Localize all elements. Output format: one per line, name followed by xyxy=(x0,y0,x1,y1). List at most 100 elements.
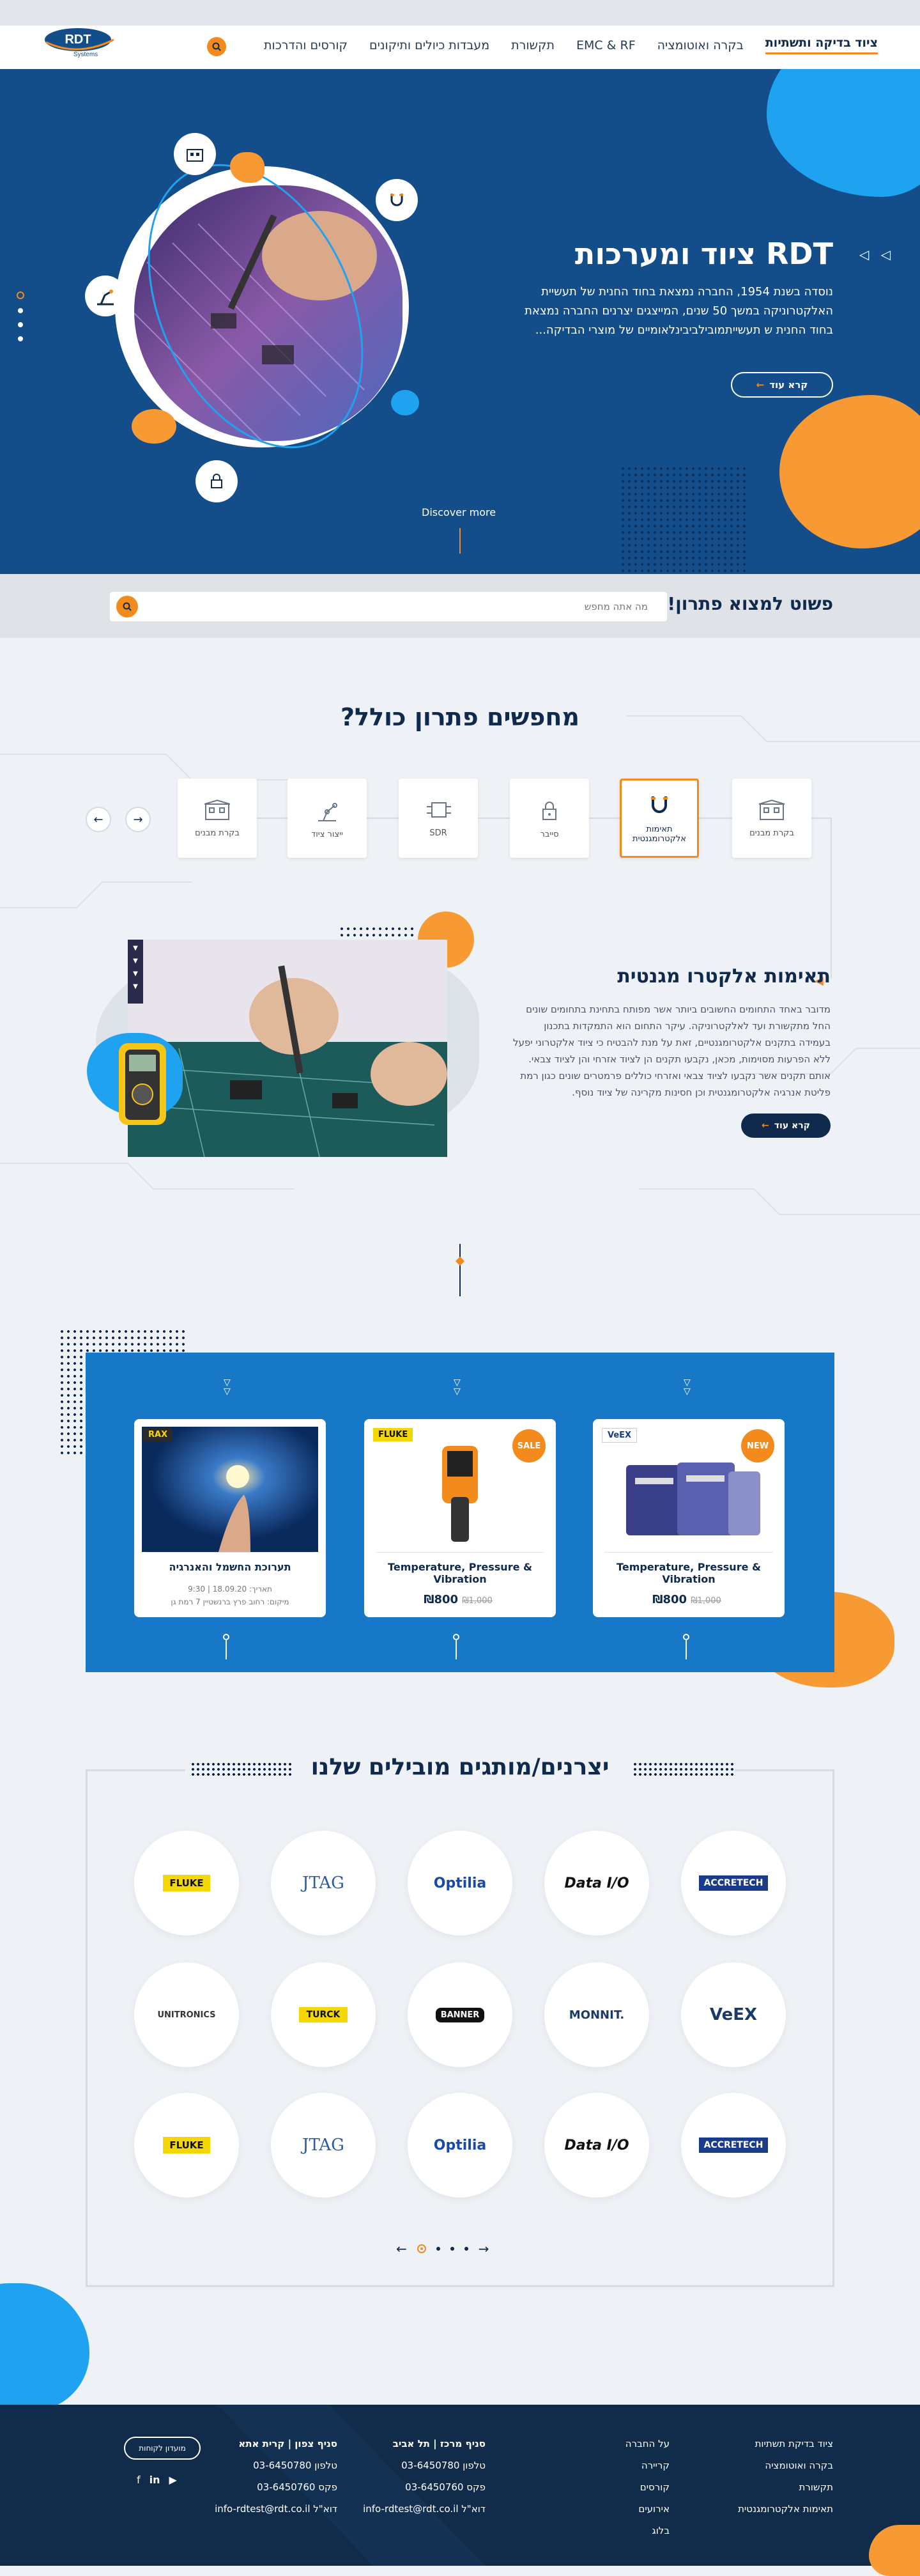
brand-label: VeEX xyxy=(709,2005,758,2024)
svg-text:RDT: RDT xyxy=(65,33,91,47)
product-brand-tag: VeEX xyxy=(602,1428,638,1443)
nav-search-button[interactable] xyxy=(207,37,226,56)
brand-label: Data I/O xyxy=(564,2137,629,2153)
hero-pager-dot[interactable] xyxy=(18,308,23,313)
brand-veex[interactable]: VeEX xyxy=(681,1962,786,2067)
social-links: f in ▶ xyxy=(137,2474,177,2486)
brand-jtag[interactable]: JTAG xyxy=(271,2093,376,2198)
brands-next-arrow-icon[interactable]: → xyxy=(479,2241,489,2256)
footer-link[interactable]: על החברה xyxy=(625,2433,670,2455)
hero-pager-dot[interactable] xyxy=(18,336,23,341)
product-name: Temperature, Pressure & Vibration xyxy=(388,1561,532,1585)
linkedin-icon[interactable]: in xyxy=(150,2474,160,2486)
nav-item-automation[interactable]: בקרה ואוטומציה xyxy=(657,38,744,52)
main-nav: ציוד בדיקה ותשתיות בקרה ואוטומציה EMC & … xyxy=(264,36,878,54)
discover-more-link[interactable]: Discover more xyxy=(422,506,496,518)
facebook-icon[interactable]: f xyxy=(137,2474,141,2486)
feature-photo-side-bar: ▼ ▼ ▼ ▼ xyxy=(128,940,143,1004)
brand-fluke[interactable]: FLUKE xyxy=(134,1831,239,1936)
brand-unitronics[interactable]: UNITRONICS xyxy=(134,1962,239,2067)
customer-club-button[interactable]: מועדון לקוחות xyxy=(124,2437,201,2460)
brand-banner[interactable]: BANNER xyxy=(408,1962,512,2067)
categories-next-button[interactable]: → xyxy=(125,807,151,832)
categories-prev-button[interactable]: ← xyxy=(86,807,111,832)
branch-phone[interactable]: טלפון 03-6450780 xyxy=(363,2455,486,2476)
brand-dataio[interactable]: Data I/O xyxy=(544,2093,649,2198)
chevron-down-icon: ▼ ▼ ▼ ▼ xyxy=(133,945,138,990)
robot-arm-icon xyxy=(318,802,337,821)
footer-link[interactable]: בקרה ואוטומציה xyxy=(738,2455,833,2476)
hero-building-icon xyxy=(174,133,216,175)
brand-label: ACCRETECH xyxy=(698,2138,769,2153)
hero-read-more-button[interactable]: קרא עוד ← xyxy=(731,372,833,398)
footer-link[interactable]: אירועים xyxy=(625,2498,670,2520)
brands-prev-arrow-icon[interactable]: ← xyxy=(396,2241,407,2256)
footer-branch-north: סניף צפון | קרית אתא טלפון 03-6450780 פק… xyxy=(215,2433,337,2520)
category-label: בקרת מבנים xyxy=(749,828,794,838)
hero-blob-bottom-right xyxy=(779,395,920,548)
footer-link[interactable]: תאימות אלקטרומגנטית xyxy=(738,2498,833,2520)
solutions-title: מחפשים פתרון כולל? xyxy=(340,703,580,731)
discover-more-line xyxy=(459,528,461,554)
footer-links-services: ציוד בדיקת תשתיות בקרה ואוטומציה תקשורת … xyxy=(738,2433,833,2520)
event-title: תערוכת החשמל והאנרגיה xyxy=(169,1561,291,1573)
feature-read-more-button[interactable]: קרא עוד ← xyxy=(741,1113,831,1138)
product-old-price: ₪1,000 xyxy=(462,1596,493,1606)
category-building-control[interactable]: בקרת מבנים xyxy=(732,779,811,858)
brands-pager-dot-active[interactable] xyxy=(417,2244,426,2253)
footer-link[interactable]: ציוד בדיקת תשתיות xyxy=(738,2433,833,2455)
nav-item-emc-rf[interactable]: EMC & RF xyxy=(576,38,636,52)
category-label: תאימות אלקטרומגנטית xyxy=(632,825,686,844)
brand-jtag[interactable]: JTAG xyxy=(271,1831,376,1936)
brand-accretech[interactable]: ACCRETECH xyxy=(681,1831,786,1936)
brand-monnit[interactable]: MONNIT. xyxy=(544,1962,649,2067)
category-building-control-2[interactable]: בקרת מבנים xyxy=(178,779,257,858)
nav-item-courses[interactable]: קורסים והדרכות xyxy=(264,38,348,52)
footer-link[interactable]: קורסים xyxy=(625,2476,670,2498)
nav-item-test-equipment[interactable]: ציוד בדיקה ותשתיות xyxy=(765,36,878,54)
brand-fluke[interactable]: FLUKE xyxy=(134,2093,239,2198)
brands-pager-dot[interactable] xyxy=(436,2247,440,2251)
card-pin xyxy=(223,1634,229,1659)
product-price-row: ₪800 ₪1,000 xyxy=(364,1593,556,1606)
brand-optilia[interactable]: Optilia xyxy=(408,1831,512,1936)
category-cyber[interactable]: סייבר xyxy=(510,779,589,858)
footer-link[interactable]: קריירה xyxy=(625,2455,670,2476)
event-meta: תאריך: 18.09.20 | 9:30 מיקום: רחוב פרץ ב… xyxy=(134,1583,326,1608)
category-emc[interactable]: תאימות אלקטרומגנטית xyxy=(620,779,699,858)
category-label: SDR xyxy=(429,828,447,838)
event-card[interactable]: RAX תערוכת החשמל והאנרגיה תאריך: 18.09.2… xyxy=(134,1419,326,1617)
product-divider xyxy=(604,1552,773,1553)
brand-dataio[interactable]: Data I/O xyxy=(544,1831,649,1936)
hero-blob-top-right xyxy=(767,69,920,197)
product-card[interactable]: FLUKE SALE Temperature, Pressure & Vibra… xyxy=(364,1419,556,1617)
rdt-logo[interactable]: RDT Systems xyxy=(42,26,125,64)
brand-turck[interactable]: TURCK xyxy=(271,1962,376,2067)
arrow-left-icon: ← xyxy=(756,379,765,391)
youtube-icon[interactable]: ▶ xyxy=(169,2474,177,2486)
categories-connector-vertical xyxy=(831,818,832,979)
hero-pager-dot[interactable] xyxy=(18,322,23,327)
feature-read-more-label: קרא עוד xyxy=(774,1121,810,1131)
brand-label: Data I/O xyxy=(564,1875,629,1891)
footer-link[interactable]: תקשורת xyxy=(738,2476,833,2498)
product-card[interactable]: VeEX NEW Temperature, Pressure & Vibrati… xyxy=(593,1419,785,1617)
nav-item-calibration-labs[interactable]: מעבדות כיולים ותיקונים xyxy=(369,38,489,52)
product-name: Temperature, Pressure & Vibration xyxy=(617,1561,761,1585)
brands-pager-dot[interactable] xyxy=(450,2247,454,2251)
category-manufacturing[interactable]: ייצור ציוד xyxy=(288,779,367,858)
branch-email[interactable]: דוא"ל info-rdtest@rdt.co.il xyxy=(215,2498,337,2520)
branch-phone[interactable]: טלפון 03-6450780 xyxy=(215,2455,337,2476)
search-input[interactable] xyxy=(138,601,661,612)
category-sdr[interactable]: SDR xyxy=(399,779,478,858)
search-submit-button[interactable] xyxy=(116,596,138,617)
hero-slider-arrows[interactable]: ◁ ◁ xyxy=(859,247,894,262)
footer-link[interactable]: בלוג xyxy=(625,2520,670,2541)
branch-email[interactable]: דוא"ל info-rdtest@rdt.co.il xyxy=(363,2498,486,2520)
brand-accretech[interactable]: ACCRETECH xyxy=(681,2093,786,2198)
brand-optilia[interactable]: Optilia xyxy=(408,2093,512,2198)
nav-item-communication[interactable]: תקשורת xyxy=(511,38,555,52)
brands-pager-dot[interactable] xyxy=(464,2247,468,2251)
hero-pager-dot-active[interactable] xyxy=(17,291,24,299)
brand-label: BANNER xyxy=(435,2007,485,2022)
